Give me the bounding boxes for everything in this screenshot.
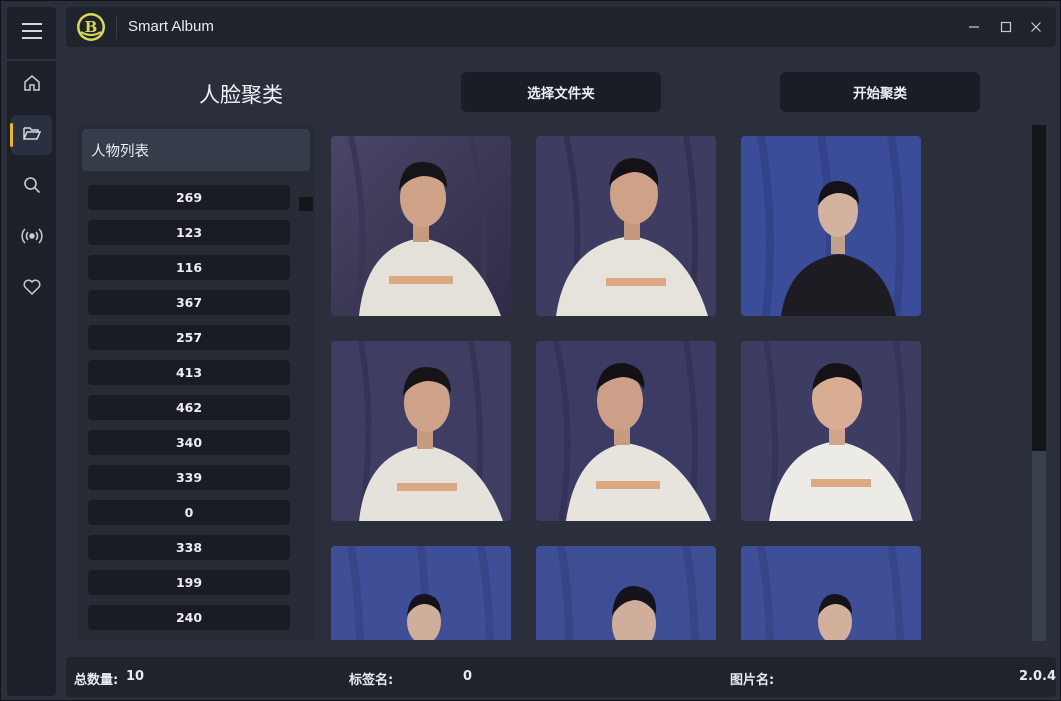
nav-divider [7,59,56,61]
maximize-icon [1000,18,1012,37]
person-list-item[interactable]: 199 [88,570,290,595]
person-list-item[interactable]: 240 [88,605,290,630]
svg-text:B: B [85,18,98,36]
image-name-label: 图片名: [730,673,775,688]
minimize-button[interactable] [962,15,986,39]
photo-grid [323,126,1023,640]
app-logo-icon: B [76,12,106,42]
menu-button[interactable] [11,13,52,53]
minimize-icon [968,18,980,37]
person-list-item[interactable]: 123 [88,220,290,245]
broadcast-icon [19,227,45,249]
face-photo[interactable] [331,136,511,316]
page-title: 人脸聚类 [199,83,283,107]
face-photo[interactable] [741,136,921,316]
version-label: 2.0.4 [1019,669,1057,684]
total-count-value: 10 [126,669,145,684]
person-list-item[interactable]: 413 [88,360,290,385]
person-list-item[interactable]: 0 [88,500,290,525]
total-count-label: 总数量: [74,673,119,688]
close-icon [1030,18,1042,37]
photo-grid-scrollbar[interactable] [1032,125,1046,641]
face-photo[interactable] [536,341,716,521]
folder-icon [22,125,41,145]
search-icon [23,176,41,198]
close-button[interactable] [1024,15,1048,39]
person-list-item[interactable]: 338 [88,535,290,560]
side-nav [7,7,56,696]
nav-favorites-button[interactable] [11,269,52,309]
face-photo[interactable] [536,136,716,316]
person-list-item[interactable]: 339 [88,465,290,490]
person-list-item[interactable]: 269 [88,185,290,210]
person-list-header: 人物列表 [82,129,310,171]
photo-grid-scroll-thumb[interactable] [1032,125,1046,451]
face-photo[interactable] [331,341,511,521]
tag-name-label: 标签名: [349,673,394,688]
person-list-item[interactable]: 462 [88,395,290,420]
start-cluster-button[interactable]: 开始聚类 [780,72,980,112]
face-photo[interactable] [331,546,511,640]
menu-icon [21,23,42,43]
face-photo[interactable] [536,546,716,640]
home-icon [23,74,41,96]
title-divider [116,15,117,39]
nav-home-button[interactable] [11,65,52,105]
nav-search-button[interactable] [11,167,52,207]
nav-broadcast-button[interactable] [11,218,52,258]
status-bar: 总数量: 10 标签名: 0 图片名: 2.0.4 [66,657,1056,697]
nav-folder-button[interactable] [10,115,52,155]
person-list-item[interactable]: 116 [88,255,290,280]
person-list-item[interactable]: 340 [88,430,290,455]
maximize-button[interactable] [994,15,1018,39]
app-window: B Smart Album 人脸聚类 选择文件夹 开始聚类 人物列表 269 1… [0,0,1061,701]
heart-icon [23,279,41,299]
select-folder-button[interactable]: 选择文件夹 [461,72,661,112]
person-list-scrollbar[interactable] [299,197,313,211]
person-list-panel: 人物列表 269 123 116 367 257 413 462 340 339… [77,126,315,640]
tag-name-value: 0 [463,669,473,684]
face-photo[interactable] [741,546,921,640]
face-photo[interactable] [741,341,921,521]
person-list-item[interactable]: 257 [88,325,290,350]
window-title: Smart Album [128,18,214,35]
title-bar: B Smart Album [66,7,1056,47]
person-list-item[interactable]: 367 [88,290,290,315]
